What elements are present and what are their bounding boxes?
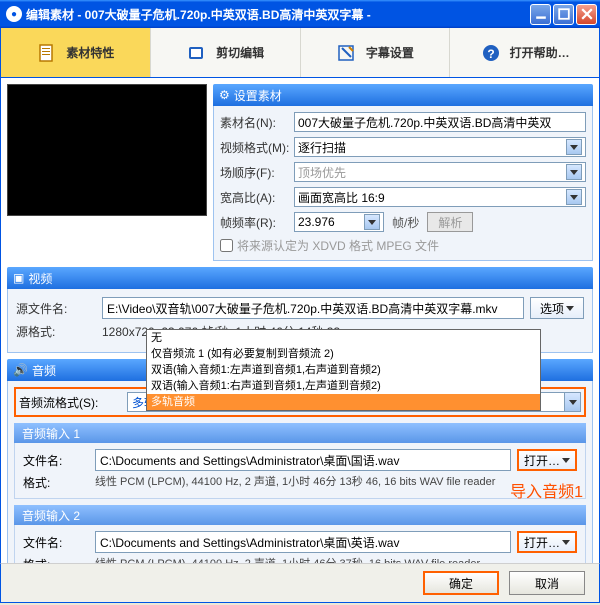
fieldorder-label: 场顺序(F):	[220, 164, 290, 181]
tab-label: 剪切编辑	[216, 44, 264, 61]
gear-icon: ⚙	[219, 88, 230, 102]
audio2-open-button[interactable]: 打开…	[517, 531, 577, 553]
srcfile-input[interactable]	[102, 297, 524, 319]
toolbar: 素材特性 剪切编辑 字幕设置 ? 打开帮助…	[0, 28, 600, 78]
chevron-down-icon	[566, 306, 574, 311]
ok-button[interactable]: 确定	[423, 571, 499, 595]
audio1-fmt-label: 格式:	[23, 474, 89, 491]
chevron-down-icon	[566, 189, 582, 205]
tab-help[interactable]: ? 打开帮助…	[450, 28, 599, 77]
annotation-1: 导入音频1	[510, 478, 583, 502]
tab-material-props[interactable]: 素材特性	[1, 28, 151, 77]
audio1-fmt-value: 线性 PCM (LPCM), 44100 Hz, 2 声道, 1小时 46分 1…	[95, 476, 577, 489]
fps-select[interactable]: 23.976	[294, 212, 384, 232]
dropdown-option-selected[interactable]: 多轨音频	[147, 394, 540, 410]
settings-header: ⚙ 设置素材	[213, 84, 593, 106]
svg-text:?: ?	[487, 47, 494, 61]
chevron-down-icon	[564, 393, 580, 411]
video-title: 视频	[28, 270, 52, 287]
film-icon: ▣	[13, 271, 24, 285]
audio-title: 音频	[32, 362, 56, 379]
dropdown-option[interactable]: 双语(输入音频1:左声道到音频1,右声道到音频2)	[147, 362, 540, 378]
xdvd-label: 将来源认定为 XDVD 格式 MPEG 文件	[237, 237, 439, 254]
titlebar: ● 编辑素材 - 007大破量子危机.720p.中英双语.BD高清中英双字幕 -	[0, 0, 600, 28]
chevron-down-icon	[562, 540, 570, 545]
footer: 确定 取消	[0, 563, 600, 603]
audio2-file-input[interactable]	[95, 531, 511, 553]
fieldorder-select[interactable]: 顶场优先	[294, 162, 586, 182]
help-icon: ?	[480, 42, 502, 64]
aspect-label: 宽高比(A):	[220, 189, 290, 206]
vformat-value: 逐行扫描	[298, 139, 346, 156]
vformat-select[interactable]: 逐行扫描	[294, 137, 586, 157]
fieldorder-value: 顶场优先	[298, 164, 346, 181]
settings-panel: ⚙ 设置素材 素材名(N): 视频格式(M): 逐行扫描 场顺序(F): 顶场优…	[213, 84, 593, 261]
app-icon: ●	[6, 6, 22, 22]
audio2-fmt-label: 格式:	[23, 556, 89, 563]
document-icon	[36, 42, 58, 64]
audio1-open-button[interactable]: 打开…	[517, 449, 577, 471]
audio-input1-body: 文件名: 打开… 格式: 线性 PCM (LPCM), 44100 Hz, 2 …	[14, 443, 586, 499]
audio-input1-header: 音频输入 1	[14, 423, 586, 443]
aspect-value: 画面宽高比 16:9	[298, 189, 385, 206]
audio2-file-label: 文件名:	[23, 534, 89, 551]
audio1-file-input[interactable]	[95, 449, 511, 471]
dropdown-option[interactable]: 无	[147, 330, 540, 346]
tab-subtitle[interactable]: 字幕设置	[301, 28, 451, 77]
aspect-select[interactable]: 画面宽高比 16:9	[294, 187, 586, 207]
chevron-down-icon	[364, 214, 380, 230]
audio-input2-header: 音频输入 2	[14, 505, 586, 525]
dropdown-option[interactable]: 双语(输入音频1:右声道到音频1,左声道到音频2)	[147, 378, 540, 394]
content-area: ⚙ 设置素材 素材名(N): 视频格式(M): 逐行扫描 场顺序(F): 顶场优…	[0, 78, 600, 563]
audio-format-label: 音频流格式(S):	[19, 394, 119, 411]
audio1-file-label: 文件名:	[23, 452, 89, 469]
maximize-button[interactable]	[553, 4, 574, 25]
subtitle-icon	[336, 42, 358, 64]
minimize-button[interactable]	[530, 4, 551, 25]
name-label: 素材名(N):	[220, 114, 290, 131]
cancel-button[interactable]: 取消	[509, 571, 585, 595]
annotation-2: 导入音频2	[510, 560, 583, 563]
fps-value: 23.976	[298, 215, 335, 229]
vformat-label: 视频格式(M):	[220, 139, 290, 156]
fps-unit: 帧/秒	[392, 214, 419, 231]
tab-label: 字幕设置	[366, 44, 414, 61]
video-section: ▣ 视频 源文件名: 选项 源格式: 1280x720, 23.976 帧/秒,…	[7, 267, 593, 353]
video-header: ▣ 视频	[7, 267, 593, 289]
audio-input2-body: 文件名: 打开… 格式: 线性 PCM (LPCM), 44100 Hz, 2 …	[14, 525, 586, 563]
tab-label: 素材特性	[66, 44, 114, 61]
srcfile-label: 源文件名:	[16, 300, 96, 317]
analyze-button[interactable]: 解析	[427, 212, 473, 232]
xdvd-checkbox[interactable]	[220, 239, 233, 252]
fps-label: 帧频率(R):	[220, 214, 290, 231]
chevron-down-icon	[566, 139, 582, 155]
tab-cut-edit[interactable]: 剪切编辑	[151, 28, 301, 77]
audio-format-dropdown-list: 无 仅音频流 1 (如有必要复制到音频流 2) 双语(输入音频1:左声道到音频1…	[146, 329, 541, 411]
options-button[interactable]: 选项	[530, 297, 584, 319]
settings-title: 设置素材	[234, 87, 282, 104]
name-input[interactable]	[294, 112, 586, 132]
chevron-down-icon	[566, 164, 582, 180]
window-title: 编辑素材 - 007大破量子危机.720p.中英双语.BD高清中英双字幕 -	[26, 6, 530, 23]
close-button[interactable]	[576, 4, 597, 25]
scissors-icon	[186, 42, 208, 64]
speaker-icon: 🔊	[13, 363, 28, 377]
tab-label: 打开帮助…	[510, 44, 570, 61]
chevron-down-icon	[562, 458, 570, 463]
srcfmt-label: 源格式:	[16, 323, 96, 340]
video-preview	[7, 84, 207, 216]
dropdown-option[interactable]: 仅音频流 1 (如有必要复制到音频流 2)	[147, 346, 540, 362]
audio2-fmt-value: 线性 PCM (LPCM), 44100 Hz, 2 声道, 1小时 46分 3…	[95, 558, 577, 563]
